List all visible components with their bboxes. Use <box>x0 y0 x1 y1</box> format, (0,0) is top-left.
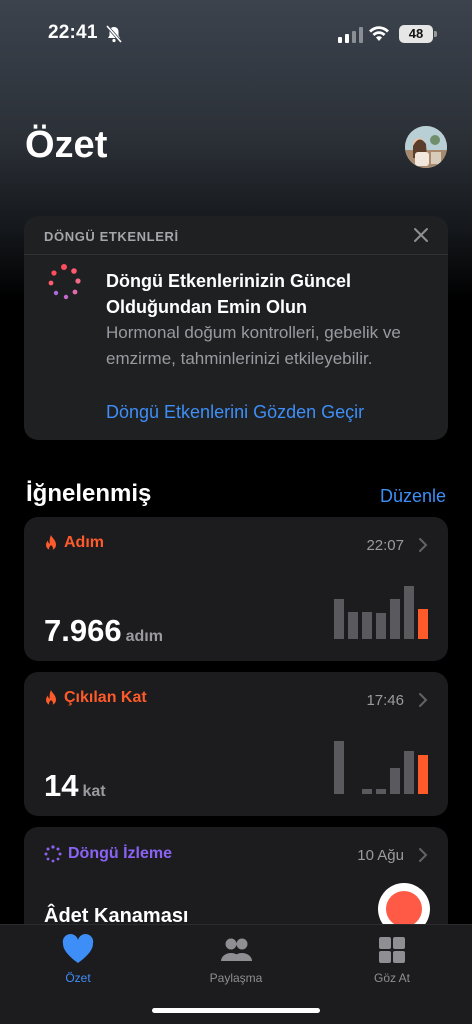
steps-value: 7.966 <box>44 613 122 648</box>
chevron-right-icon <box>419 538 428 552</box>
tab-sharing[interactable]: Paylaşma <box>176 933 296 985</box>
chart-bar <box>418 755 428 794</box>
cycle-date: 10 Ağu <box>357 847 404 864</box>
chart-bar <box>376 789 386 794</box>
pinned-section-title: İğnelenmiş <box>26 480 152 507</box>
chart-bar <box>376 613 386 639</box>
floors-label-row: Çıkılan Kat <box>44 689 147 707</box>
edit-button[interactable]: Düzenle <box>380 486 446 507</box>
cellular-signal-icon <box>338 27 363 43</box>
profile-avatar[interactable] <box>405 126 447 168</box>
floors-card[interactable]: Çıkılan Kat 17:46 14 kat <box>24 672 448 816</box>
tab-label: Göz At <box>373 971 411 985</box>
steps-label: Adım <box>64 534 104 551</box>
chart-bar <box>390 599 400 639</box>
page-title: Özet <box>25 124 108 166</box>
cycle-label: Döngü İzleme <box>68 845 173 862</box>
floors-time: 17:46 <box>366 692 404 709</box>
chart-bar <box>418 609 428 639</box>
heart-icon <box>62 934 94 963</box>
cycle-label-row: Döngü İzleme <box>44 845 172 863</box>
steps-value-row: 7.966 adım <box>44 613 163 649</box>
chart-bar <box>404 751 414 794</box>
bell-slash-icon <box>105 25 123 43</box>
chart-bar <box>334 599 344 639</box>
tab-label: Özet <box>65 971 91 985</box>
chart-bar <box>334 741 344 794</box>
cycle-factors-card: DÖNGÜ ETKENLERİ Döngü Etkenlerinizin Gün… <box>24 216 448 440</box>
close-icon[interactable] <box>412 226 430 244</box>
steps-mini-chart <box>334 577 430 639</box>
tab-label: Paylaşma <box>209 971 263 985</box>
chart-bar <box>390 768 400 794</box>
steps-time: 22:07 <box>366 537 404 554</box>
grid-icon <box>379 937 405 963</box>
floors-unit: kat <box>82 783 106 800</box>
battery-tip <box>434 31 437 37</box>
chart-bar <box>362 789 372 794</box>
battery-icon: 48 <box>399 25 433 43</box>
home-indicator <box>152 1008 320 1013</box>
card-header: DÖNGÜ ETKENLERİ <box>44 229 179 244</box>
steps-label-row: Adım <box>44 534 104 552</box>
chart-bar <box>348 612 358 639</box>
steps-unit: adım <box>125 628 163 645</box>
chevron-right-icon <box>419 848 428 862</box>
cycle-tracking-icon <box>44 845 62 863</box>
floors-value-row: 14 kat <box>44 768 106 804</box>
chevron-right-icon <box>419 693 428 707</box>
status-time: 22:41 <box>48 22 98 43</box>
floors-label: Çıkılan Kat <box>64 689 147 706</box>
wifi-icon <box>369 26 389 41</box>
tab-summary[interactable]: Özet <box>18 933 138 985</box>
battery-percent: 48 <box>408 26 424 41</box>
status-bar: 22:41 48 <box>0 0 472 70</box>
floors-mini-chart <box>334 732 430 794</box>
period-dot <box>386 891 422 927</box>
tab-browse[interactable]: Göz At <box>332 933 452 985</box>
avatar-image <box>405 126 447 168</box>
flame-icon <box>46 535 56 551</box>
card-body: Hormonal doğum kontrolleri, gebelik ve e… <box>106 323 401 368</box>
cycle-tracking-icon <box>48 264 81 300</box>
chart-bar <box>404 586 414 639</box>
divider <box>24 254 448 255</box>
floors-value: 14 <box>44 768 79 803</box>
review-cycle-factors-link[interactable]: Döngü Etkenlerini Gözden Geçir <box>106 402 364 423</box>
chart-bar <box>362 612 372 639</box>
steps-card[interactable]: Adım 22:07 7.966 adım <box>24 517 448 661</box>
card-title: Döngü Etkenlerinizin Güncel Olduğundan E… <box>106 271 352 317</box>
flame-icon <box>46 690 56 706</box>
people-icon <box>221 938 252 961</box>
